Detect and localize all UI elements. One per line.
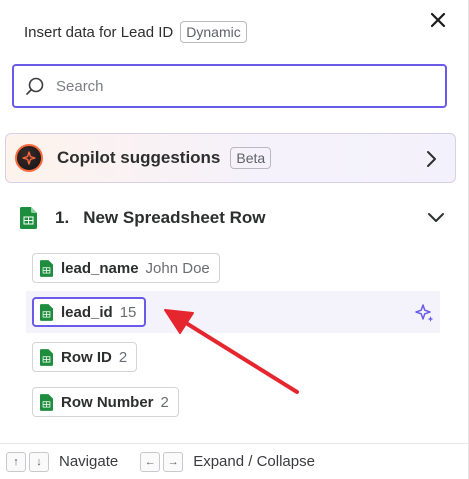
search-box[interactable] — [12, 64, 447, 108]
field-key: lead_id — [61, 303, 113, 321]
copilot-label: Copilot suggestions — [57, 148, 221, 167]
field-row-lead-id: lead_id 15 — [26, 291, 440, 333]
step-title: New Spreadsheet Row — [83, 208, 266, 227]
arrow-up-key: ↑ — [6, 451, 26, 472]
field-row-row-id: Row ID 2 — [26, 336, 440, 378]
google-sheets-icon — [40, 348, 53, 366]
arrow-down-key: ↓ — [29, 451, 49, 472]
field-pill-lead-id[interactable]: lead_id 15 — [32, 297, 147, 327]
arrow-left-key: ← — [140, 451, 161, 472]
chevron-down-icon — [428, 213, 444, 222]
chevron-right-icon — [427, 151, 436, 167]
google-sheets-icon — [40, 393, 53, 411]
step-header[interactable]: 1. New Spreadsheet Row — [20, 205, 445, 231]
navigate-label: Navigate — [59, 453, 119, 470]
field-pill-row-id[interactable]: Row ID 2 — [32, 342, 138, 372]
field-row-row-number: Row Number 2 — [26, 381, 440, 423]
field-value: 15 — [119, 303, 137, 321]
close-button[interactable] — [426, 8, 450, 32]
panel-title: Insert data for Lead ID — [24, 23, 174, 41]
copilot-suggestions-row[interactable]: Copilot suggestions Beta — [5, 133, 456, 183]
field-value: John Doe — [145, 259, 210, 277]
field-key: Row Number — [61, 393, 154, 411]
dynamic-badge: Dynamic — [180, 21, 247, 43]
field-row-lead-name: lead_name John Doe — [26, 247, 440, 289]
google-sheets-icon — [20, 207, 37, 229]
field-value: 2 — [118, 348, 128, 366]
field-pill-row-number[interactable]: Row Number 2 — [32, 387, 179, 417]
field-key: Row ID — [61, 348, 112, 366]
search-icon — [26, 77, 44, 95]
expand-collapse-label: Expand / Collapse — [193, 453, 315, 470]
step-number: 1. — [55, 208, 70, 227]
keyboard-hints-footer: ↑ ↓ Navigate ← → Expand / Collapse — [0, 443, 469, 479]
field-key: lead_name — [61, 259, 139, 277]
close-icon — [430, 12, 446, 28]
arrow-right-key: → — [163, 451, 184, 472]
insert-data-panel: Insert data for Lead ID Dynamic Copilot … — [0, 0, 469, 479]
copilot-sparkle-icon — [15, 144, 43, 172]
panel-header: Insert data for Lead ID Dynamic — [24, 20, 247, 44]
ai-sparkle-icon[interactable] — [414, 302, 436, 324]
google-sheets-icon — [40, 259, 53, 277]
field-value: 2 — [160, 393, 169, 411]
search-input[interactable] — [56, 77, 416, 95]
beta-badge: Beta — [230, 147, 272, 169]
google-sheets-icon — [40, 303, 53, 321]
field-pill-lead-name[interactable]: lead_name John Doe — [32, 253, 220, 283]
